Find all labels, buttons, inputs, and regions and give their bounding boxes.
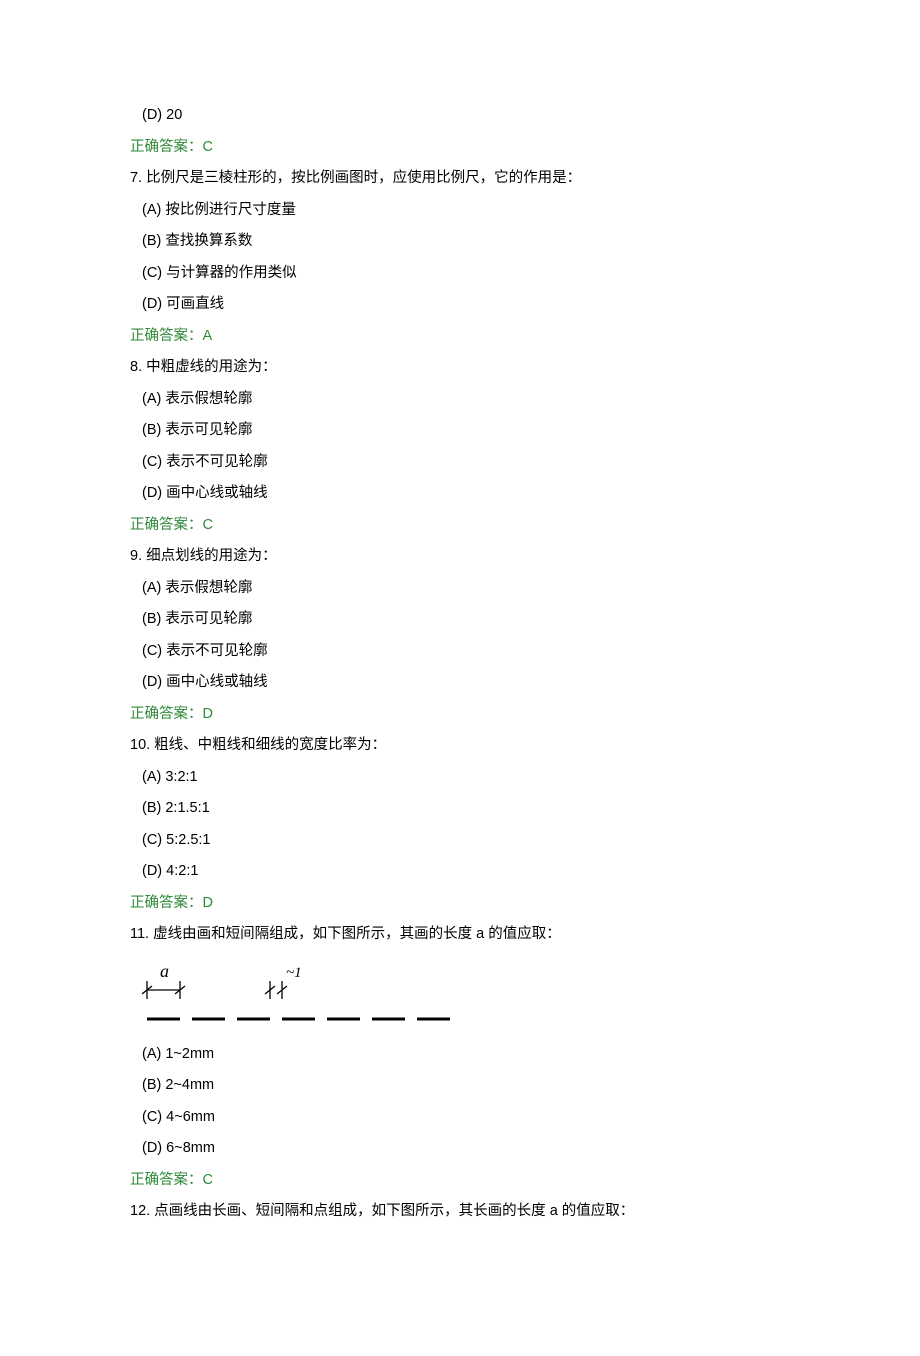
q8-stem: 8. 中粗虚线的用途为： [130,360,920,375]
q7-answer: 正确答案：A [130,329,920,344]
q11-stem: 11. 虚线由画和短间隔组成，如下图所示，其画的长度 a 的值应取： [130,927,920,942]
q12-stem: 12. 点画线由长画、短间隔和点组成，如下图所示，其长画的长度 a 的值应取： [130,1204,920,1219]
q8-option-b: (B) 表示可见轮廓 [142,423,920,438]
q11-option-d: (D) 6~8mm [142,1141,920,1156]
q7-option-b: (B) 查找换算系数 [142,234,920,249]
q10-option-d: (D) 4:2:1 [142,864,920,879]
q10-option-a: (A) 3:2:1 [142,770,920,785]
q11-figure: a ~1 [142,959,482,1029]
q10-option-c: (C) 5:2.5:1 [142,833,920,848]
q9-option-d: (D) 画中心线或轴线 [142,675,920,690]
q7-option-a: (A) 按比例进行尺寸度量 [142,203,920,218]
q7-option-c: (C) 与计算器的作用类似 [142,266,920,281]
q9-answer: 正确答案：D [130,707,920,722]
q9-option-b: (B) 表示可见轮廓 [142,612,920,627]
q9-option-c: (C) 表示不可见轮廓 [142,644,920,659]
q8-answer: 正确答案：C [130,518,920,533]
q11-figure-label-a: a [160,961,169,981]
q10-answer: 正确答案：D [130,896,920,911]
q6-answer: 正确答案：C [130,140,920,155]
q7-stem: 7. 比例尺是三棱柱形的，按比例画图时，应使用比例尺，它的作用是： [130,171,920,186]
q11-answer: 正确答案：C [130,1173,920,1188]
q9-option-a: (A) 表示假想轮廓 [142,581,920,596]
q8-option-c: (C) 表示不可见轮廓 [142,455,920,470]
q9-stem: 9. 细点划线的用途为： [130,549,920,564]
q11-option-b: (B) 2~4mm [142,1078,920,1093]
q8-option-d: (D) 画中心线或轴线 [142,486,920,501]
q11-figure-label-one: ~1 [286,965,302,981]
q11-option-a: (A) 1~2mm [142,1047,920,1062]
q8-option-a: (A) 表示假想轮廓 [142,392,920,407]
q10-option-b: (B) 2:1.5:1 [142,801,920,816]
q11-option-c: (C) 4~6mm [142,1110,920,1125]
q7-option-d: (D) 可画直线 [142,297,920,312]
q10-stem: 10. 粗线、中粗线和细线的宽度比率为： [130,738,920,753]
q6-option-d: (D) 20 [142,108,920,123]
